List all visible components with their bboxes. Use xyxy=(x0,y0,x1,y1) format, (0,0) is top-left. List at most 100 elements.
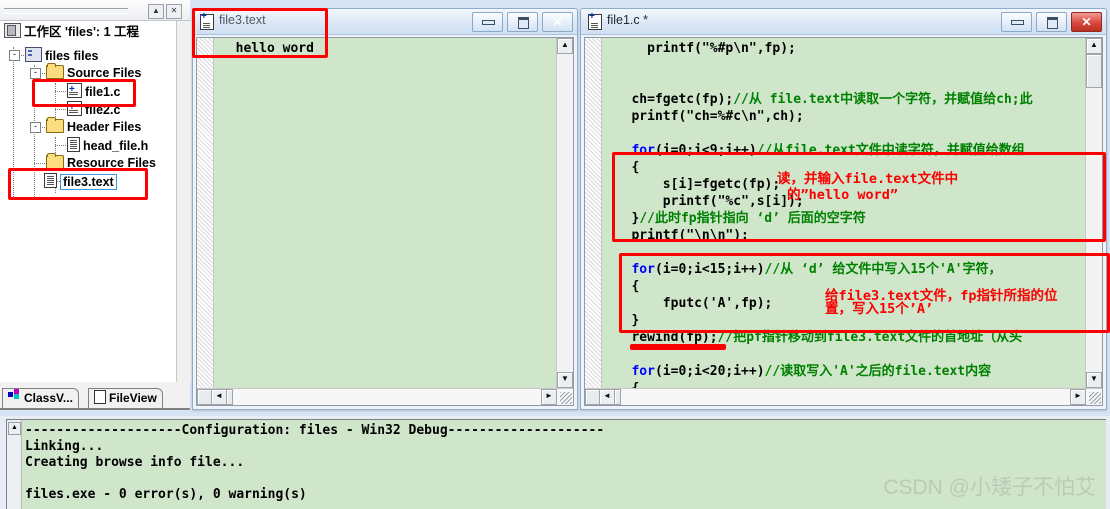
tree-root[interactable]: 工作区 'files': 1 工程 xyxy=(4,23,139,40)
tree-item-source-files[interactable]: Source Files xyxy=(46,63,142,82)
scroll-up-button[interactable]: ▲ xyxy=(1086,38,1102,54)
close-button[interactable]: ✕ xyxy=(542,12,573,32)
tree-item-label: Header Files xyxy=(67,120,142,134)
scroll-right-button[interactable]: ► xyxy=(541,389,557,405)
vertical-scrollbar-file3[interactable]: ▲ ▼ xyxy=(556,38,573,388)
code-text: (i=0;i<20;i++) xyxy=(654,364,765,379)
code-comment: //此时fp指针指向 ‘d’ 后面的空字符 xyxy=(639,211,866,226)
tree-guide xyxy=(55,83,56,119)
tree-item-head-file-h[interactable]: head_file.h xyxy=(67,137,148,154)
code-text: { xyxy=(631,381,639,388)
tree-item-file2-c[interactable]: file2.c xyxy=(67,99,120,118)
window-controls: ✕ xyxy=(997,12,1102,32)
tree-root-label: 工作区 'files': 1 工程 xyxy=(24,25,139,39)
code-text: { xyxy=(631,279,640,294)
resize-grip[interactable] xyxy=(560,392,572,404)
mdi-area: file3.text ✕ hello word ▲ ▼ ◄ xyxy=(192,0,1110,412)
minimize-button[interactable] xyxy=(472,12,503,32)
code-line: }//此时fp指针指向 ‘d’ 后面的空字符 xyxy=(608,210,1085,227)
panel-up-button[interactable]: ▲ xyxy=(148,4,164,19)
horizontal-scrollbar-file3[interactable]: ◄ ► xyxy=(197,388,573,405)
scroll-thumb[interactable] xyxy=(1086,54,1102,88)
window-file3-text[interactable]: file3.text ✕ hello word ▲ ▼ ◄ xyxy=(192,8,578,410)
annotation-note1-line2: 的”hello word” xyxy=(787,187,899,203)
scroll-right-button[interactable]: ► xyxy=(1070,389,1086,405)
tab-fileview[interactable]: FileView xyxy=(88,388,163,409)
tree-item-resource-files[interactable]: Resource Files xyxy=(46,153,156,172)
tab-label: FileView xyxy=(109,391,157,405)
scroll-thumb[interactable] xyxy=(226,389,233,405)
window-controls: ✕ xyxy=(468,12,573,32)
tree-expander-source-files[interactable]: - xyxy=(30,68,41,79)
code-line: for(i=0;i<15;i++)//从 ‘d’ 给文件中写入15个'A'字符， xyxy=(608,261,1085,278)
annotation-note1-line1: 读，并输入file.text文件中 xyxy=(777,171,959,187)
code-text: ch=fgetc(fp); xyxy=(631,92,734,107)
scroll-left-button[interactable]: ◄ xyxy=(599,389,615,405)
scroll-up-button[interactable]: ▲ xyxy=(557,38,573,54)
maximize-button[interactable] xyxy=(507,12,538,32)
scroll-left-button[interactable]: ◄ xyxy=(211,389,227,405)
code-keyword: for xyxy=(631,262,655,277)
code-comment: //从file.text文件中读字符，并赋值给数组 xyxy=(756,143,1025,158)
tree-item-project[interactable]: files files xyxy=(25,47,99,64)
scroll-thumb[interactable] xyxy=(197,389,212,405)
watermark: CSDN @小矮子不怕艾 xyxy=(883,476,1096,499)
output-line: Linking... xyxy=(25,439,104,454)
tree-item-header-files[interactable]: Header Files xyxy=(46,117,142,136)
close-button[interactable]: ✕ xyxy=(1071,12,1102,32)
minimize-button[interactable] xyxy=(1001,12,1032,32)
maximize-button[interactable] xyxy=(1036,12,1067,32)
panel-divider xyxy=(4,8,128,14)
selection-margin[interactable] xyxy=(197,38,214,405)
tab-classview[interactable]: ClassV... xyxy=(2,388,79,409)
selection-margin[interactable] xyxy=(585,38,602,405)
code-text: printf("\n\n"); xyxy=(631,228,749,243)
code-line: printf("ch=%#c\n",ch); xyxy=(608,108,1085,125)
window-title: file3.text xyxy=(219,13,266,27)
tree-item-label: Resource Files xyxy=(67,156,156,170)
project-tree[interactable]: 工作区 'files': 1 工程 - files files - Source… xyxy=(0,21,177,382)
code-text: printf("%c",s[i]); xyxy=(662,194,804,209)
horizontal-scrollbar-file1[interactable]: ◄ ► xyxy=(585,388,1102,405)
tree-item-file3-text[interactable]: file3.text xyxy=(44,173,117,190)
code-comment: //把pf指针移动到file3.text文件的首地址（从头 xyxy=(717,330,1023,345)
code-keyword: for xyxy=(631,364,655,379)
code-comment: //读取写入'A'之后的file.text内容 xyxy=(764,364,992,379)
code-text: { xyxy=(631,160,640,175)
tree-item-label: Source Files xyxy=(67,66,142,80)
editor-frame-file1: printf("%#p\n",fp); ch=fgetc(fp);//从 fil… xyxy=(584,37,1103,406)
tabs-underline xyxy=(0,408,190,410)
code-comment: //从 file.text中读取一个字符，并赋值给ch;此 xyxy=(733,92,1033,107)
vertical-scrollbar-file1[interactable]: ▲ ▼ xyxy=(1085,38,1102,388)
titlebar-file3-text[interactable]: file3.text ✕ xyxy=(193,9,577,35)
panel-close-button[interactable]: ✕ xyxy=(166,4,182,19)
annotation-note2-line2: 置，写入15个’A’ xyxy=(825,301,934,317)
workspace-panel: ▲ ✕ 工作区 'files': 1 工程 - files files - So… xyxy=(0,0,191,410)
code-text: printf("ch=%#c\n",ch); xyxy=(631,109,804,124)
tree-guide xyxy=(34,163,45,164)
tree-expander-project[interactable]: - xyxy=(9,50,20,61)
code-comment: //从 ‘d’ 给文件中写入15个'A'字符， xyxy=(764,262,1002,277)
scroll-down-button[interactable]: ▼ xyxy=(1086,372,1102,388)
folder-icon xyxy=(46,63,64,79)
scroll-down-button[interactable]: ▼ xyxy=(557,372,573,388)
editor-content-file1[interactable]: printf("%#p\n",fp); ch=fgetc(fp);//从 fil… xyxy=(602,38,1085,388)
tree-expander-header-files[interactable]: - xyxy=(30,122,41,133)
code-line: printf("%#p\n",fp); xyxy=(608,40,1085,57)
code-line: for(i=0;i<20;i++)//读取写入'A'之后的file.text内容 xyxy=(608,363,1085,380)
code-text: (i=0;i<15;i++) xyxy=(654,262,765,277)
tree-item-file1-c[interactable]: file1.c xyxy=(67,81,120,100)
output-gutter: ▲ xyxy=(7,420,22,509)
tree-item-label: files files xyxy=(45,49,99,63)
editor-content-file3[interactable]: hello word xyxy=(214,38,556,388)
app-window: ▲ ✕ 工作区 'files': 1 工程 - files files - So… xyxy=(0,0,1110,509)
scroll-thumb[interactable] xyxy=(614,389,621,405)
tree-item-label: file3.text xyxy=(60,174,117,190)
resize-grip[interactable] xyxy=(1089,392,1101,404)
output-scroll-up-button[interactable]: ▲ xyxy=(8,422,21,435)
scroll-thumb[interactable] xyxy=(585,389,600,405)
document-icon xyxy=(94,390,106,404)
titlebar-file1-c[interactable]: file1.c * ✕ xyxy=(581,9,1106,35)
